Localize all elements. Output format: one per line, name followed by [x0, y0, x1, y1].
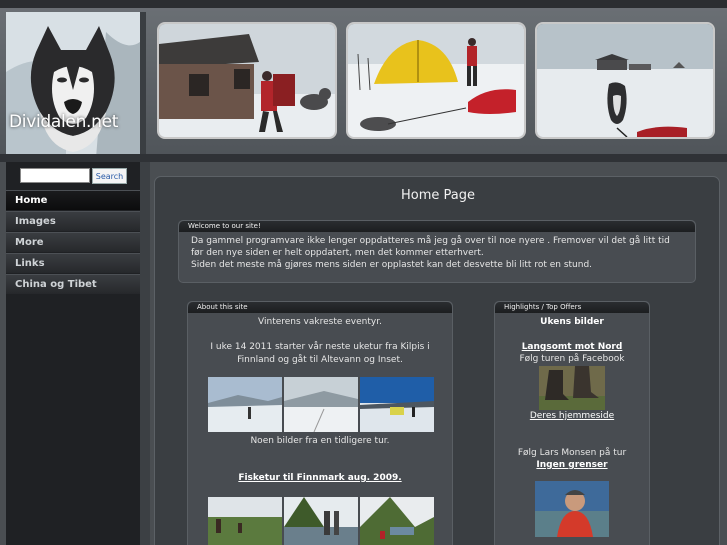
- deres-hjemmeside-link[interactable]: Deres hjemmeside: [495, 411, 649, 421]
- about-heading: About this site: [188, 302, 452, 313]
- boots-photo[interactable]: [539, 366, 605, 410]
- highlights-panel: Highlights / Top Offers Ukens bilder Lan…: [494, 301, 650, 545]
- header-bottom-strip: [0, 154, 727, 162]
- top-strip: [0, 0, 727, 8]
- about-panel: About this site Vinterens vakreste event…: [187, 301, 453, 545]
- fisketur-link[interactable]: Fisketur til Finnmark aug. 2009.: [188, 473, 452, 483]
- site-logo[interactable]: Dividalen.net: [6, 12, 140, 158]
- nav-item-more[interactable]: More: [6, 232, 140, 252]
- welcome-heading: Welcome to our site!: [179, 221, 695, 232]
- welcome-text-1: Da gammel programvare ikke lenger oppdat…: [191, 236, 670, 258]
- header-photo-cabin: [157, 22, 337, 139]
- langsomt-mot-nord-link[interactable]: Langsomt mot Nord: [495, 342, 649, 352]
- nav-item-links[interactable]: Links: [6, 253, 140, 273]
- sidebar-gap: [140, 162, 150, 545]
- page-title: Home Page: [401, 188, 475, 203]
- header-photo-dog-sled: [535, 22, 715, 139]
- nav-item-china-og-tibet[interactable]: China og Tibet: [6, 274, 140, 294]
- weekly-photos-title: Ukens bilder: [540, 317, 604, 327]
- welcome-text-2: Siden det meste må gjøres mens siden er …: [191, 260, 593, 270]
- nav-item-home[interactable]: Home: [6, 190, 140, 210]
- sidebar: Search Home Images More Links China og T…: [6, 162, 140, 545]
- trip-photo-1[interactable]: [208, 377, 282, 432]
- husky-logo-image: [6, 12, 140, 158]
- lars-monsen-photo[interactable]: [535, 481, 609, 537]
- logo-text: Dividalen.net: [9, 112, 119, 132]
- fishing-photo-1[interactable]: [208, 497, 282, 545]
- fishing-photo-3[interactable]: [360, 497, 434, 545]
- about-trip-text: I uke 14 2011 starter vår neste uketur f…: [210, 342, 430, 365]
- highlights-heading: Highlights / Top Offers: [495, 302, 649, 313]
- site-header: Dividalen.net: [0, 8, 727, 158]
- trip-photo-3[interactable]: [360, 377, 434, 432]
- welcome-panel: Welcome to our site! Da gammel programva…: [178, 220, 696, 283]
- fishing-photo-2[interactable]: [284, 497, 358, 545]
- nav-item-images[interactable]: Images: [6, 211, 140, 231]
- header-photo-tent: [346, 22, 526, 139]
- ingen-grenser-link[interactable]: Ingen grenser: [495, 460, 649, 470]
- about-tagline: Vinterens vakreste eventyr.: [258, 317, 382, 327]
- main-navigation: Home Images More Links China og Tibet: [6, 190, 140, 295]
- search-button[interactable]: Search: [92, 168, 127, 184]
- header-separator: [140, 12, 146, 158]
- lars-monsen-text: Følg Lars Monsen på tur: [517, 448, 627, 458]
- trip-photo-2[interactable]: [284, 377, 358, 432]
- main-content: Home Page Welcome to our site! Da gammel…: [154, 176, 720, 545]
- facebook-text: Følg turen på Facebook: [519, 354, 625, 364]
- search-input[interactable]: [20, 168, 90, 183]
- photo-caption: Noen bilder fra en tidligere tur.: [250, 436, 390, 446]
